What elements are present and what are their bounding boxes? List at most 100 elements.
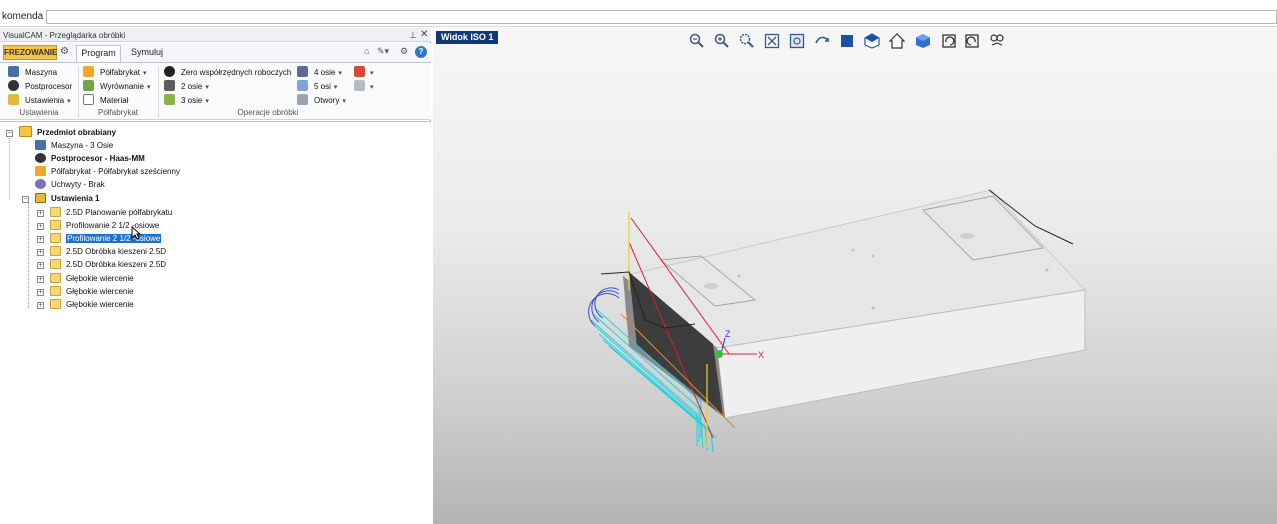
folder-icon xyxy=(50,259,61,269)
folder-icon xyxy=(50,286,61,296)
tree-item-polfabrykat[interactable]: Półfabrykat - Półfabrykat sześcienny xyxy=(35,165,180,178)
chevron-down-icon: ▾ xyxy=(205,98,209,105)
ribbon-extra-tool-2[interactable]: ▾ xyxy=(354,80,374,93)
ribbon-maszyna[interactable]: Maszyna xyxy=(8,66,57,79)
ribbon-2-osie[interactable]: 2 osie ▾ xyxy=(164,80,209,93)
ribbon-4-osie[interactable]: 4 osie ▾ xyxy=(297,66,342,79)
command-input[interactable] xyxy=(46,10,1277,24)
expand-icon[interactable]: + xyxy=(37,302,44,309)
ribbon-material[interactable]: Materiał xyxy=(83,94,128,107)
chevron-down-icon: ▾ xyxy=(370,70,374,77)
axis-origin xyxy=(715,350,723,358)
expand-icon[interactable]: + xyxy=(37,289,44,296)
hole xyxy=(871,254,875,258)
ribbon-postprocesor[interactable]: Postprocesor xyxy=(8,80,72,93)
ribbon-ustawienia[interactable]: Ustawienia ▾ xyxy=(8,94,71,107)
machine-icon xyxy=(8,66,19,77)
collapse-ribbon-icon[interactable]: ⌂ xyxy=(364,46,369,56)
mouse-cursor-icon xyxy=(131,226,141,240)
gear-icon[interactable]: ⚙ xyxy=(60,46,72,58)
3d-viewport[interactable]: Widok ISO 1 X Z xyxy=(433,28,1277,524)
folder-icon xyxy=(50,299,61,309)
ribbon-5-osi-label: 5 osi xyxy=(314,82,331,91)
tree-operation-label: Profilowanie 2 1/2 -osiowe xyxy=(66,234,162,243)
expand-icon[interactable]: + xyxy=(37,223,44,230)
postprocessor-icon xyxy=(35,153,46,163)
tab-symuluj[interactable]: Symuluj xyxy=(127,45,167,62)
hole xyxy=(960,233,974,239)
group-operacje-label: Operacje obróbki xyxy=(237,108,299,117)
tab-program[interactable]: Program xyxy=(76,45,121,62)
pin-icon[interactable]: ⊥ xyxy=(409,30,417,41)
tab-frezowanie[interactable]: FREZOWANIE xyxy=(3,45,57,60)
tree-operation-label: Głębokie wiercenie xyxy=(66,300,134,309)
close-icon[interactable]: ✕ xyxy=(420,29,428,40)
tree-item-label: Ustawienia 1 xyxy=(51,194,100,203)
machine-icon xyxy=(35,140,46,150)
tree-operation[interactable]: +2.5D Planowanie półfabrykatu xyxy=(37,206,172,219)
expand-icon[interactable]: + xyxy=(37,262,44,269)
expand-icon[interactable]: + xyxy=(37,236,44,243)
folder-icon xyxy=(50,207,61,217)
tree-operation[interactable]: +2.5D Obróbka kieszeni 2.5D xyxy=(37,245,166,258)
toolpath-blue-arcs xyxy=(588,287,620,327)
ribbon-extra-tool-1[interactable]: ▾ xyxy=(354,66,374,79)
stock-icon xyxy=(83,66,94,77)
material-icon xyxy=(83,94,94,105)
work-zero-icon xyxy=(164,66,175,77)
tree-item-postprocesor[interactable]: Postprocesor - Haas-MM xyxy=(35,152,145,165)
tree-item-label: Maszyna - 3 Osie xyxy=(51,141,114,150)
ribbon-polfabrykat[interactable]: Półfabrykat ▾ xyxy=(83,66,147,79)
tree-item-label: Postprocesor - Haas-MM xyxy=(51,154,145,163)
tree-operation[interactable]: + Głębokie wiercenie xyxy=(37,272,134,285)
hole xyxy=(1045,268,1049,272)
command-label: komenda xyxy=(2,11,44,22)
ribbon-4-osie-label: 4 osie xyxy=(314,68,336,77)
tree-root[interactable]: − Przedmiot obrabiany xyxy=(6,126,116,139)
tree-operation-label: 2.5D Planowanie półfabrykatu xyxy=(66,208,173,217)
ribbon-5-osi[interactable]: 5 osi ▾ xyxy=(297,80,337,93)
ribbon: Maszyna Postprocesor Ustawienia ▾ Ustawie… xyxy=(0,62,431,120)
folder-icon xyxy=(50,220,61,230)
tree-operation-label: 2.5D Obróbka kieszeni 2.5D xyxy=(66,260,167,269)
folder-icon xyxy=(19,126,32,137)
folder-icon xyxy=(50,246,61,256)
tree-line xyxy=(9,134,10,199)
tree-operation[interactable]: +2.5D Obróbka kieszeni 2.5D xyxy=(37,258,166,271)
tree-operation-selected[interactable]: + Profilowanie 2 1/2 -osiowe xyxy=(37,232,162,245)
expand-icon[interactable]: + xyxy=(37,210,44,217)
collapse-icon[interactable]: − xyxy=(22,196,29,203)
tools-icon xyxy=(354,66,365,77)
collapse-icon[interactable]: − xyxy=(6,130,13,137)
chevron-down-icon: ▾ xyxy=(370,84,374,91)
ribbon-otwory[interactable]: Otwory ▾ xyxy=(297,94,346,107)
tools-icon[interactable]: ✎▾ xyxy=(377,46,389,57)
ribbon-wyrownanie[interactable]: Wyrównanie ▾ xyxy=(83,80,150,93)
ribbon-zero-wsp-label: Zero współrzędnych roboczych xyxy=(181,68,292,77)
ribbon-wyrownanie-label: Wyrównanie xyxy=(100,82,144,91)
expand-icon[interactable]: + xyxy=(37,276,44,283)
ribbon-zero-wsp[interactable]: Zero współrzędnych roboczych xyxy=(164,66,291,79)
tree-operation-label: Profilowanie 2 1/2 -osiowe xyxy=(66,221,160,230)
tree-item-maszyna[interactable]: Maszyna - 3 Osie xyxy=(35,139,113,152)
ribbon-3-osie[interactable]: 3 osie ▾ xyxy=(164,94,209,107)
axis-x-label: X xyxy=(758,350,764,360)
settings-icon[interactable]: ⚙ xyxy=(400,46,408,57)
ribbon-ustawienia-label: Ustawienia xyxy=(25,96,65,105)
tree-item-uchwyty[interactable]: Uchwyty - Brak xyxy=(35,178,105,191)
tree-item-ustawienia[interactable]: − Ustawienia 1 xyxy=(22,192,99,205)
setup-icon xyxy=(35,193,46,203)
ribbon-otwory-label: Otwory xyxy=(314,96,340,105)
tree-operation-label: Głębokie wiercenie xyxy=(66,274,134,283)
chevron-down-icon: ▾ xyxy=(143,70,147,77)
expand-icon[interactable]: + xyxy=(37,249,44,256)
ribbon-material-label: Materiał xyxy=(100,96,129,105)
tree-operation[interactable]: + Głębokie wiercenie xyxy=(37,285,134,298)
tree-operation[interactable]: + Głębokie wiercenie xyxy=(37,298,134,311)
three-axis-icon xyxy=(164,94,175,105)
tree-operation[interactable]: + Profilowanie 2 1/2 -osiowe xyxy=(37,219,159,232)
chevron-down-icon: ▾ xyxy=(205,84,209,91)
help-icon[interactable]: ? xyxy=(415,46,427,58)
axis-z-label: Z xyxy=(725,329,731,339)
group-polfabrykat-label: Półfabrykat xyxy=(97,108,139,117)
